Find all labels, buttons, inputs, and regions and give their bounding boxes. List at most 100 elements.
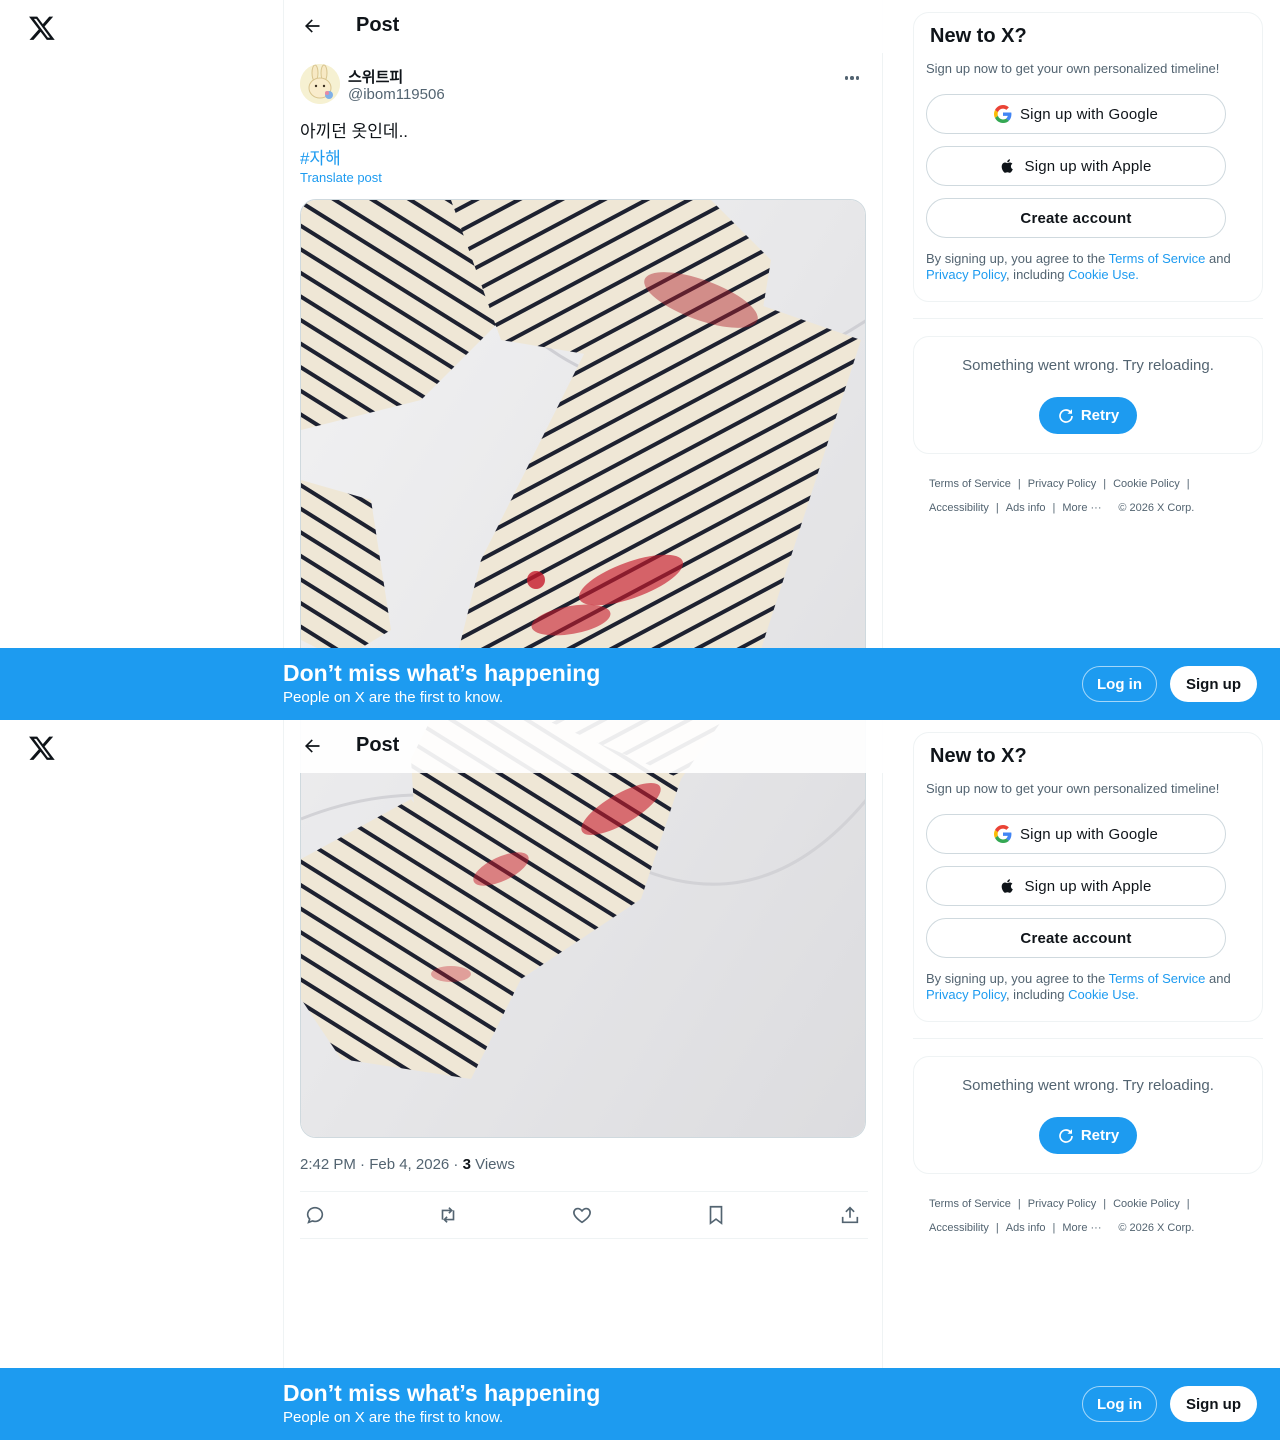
create-account-button[interactable]: Create account (926, 918, 1226, 958)
footer-terms-link[interactable]: Terms of Service (929, 478, 1011, 490)
footer-privacy-link[interactable]: Privacy Policy (1028, 478, 1096, 490)
x-logo-icon[interactable] (28, 734, 56, 762)
post-header: Post (284, 720, 883, 773)
refresh-icon (1059, 1128, 1073, 1143)
legal-prefix: By signing up, you agree to the (926, 971, 1109, 986)
terms-link[interactable]: Terms of Service (1109, 971, 1206, 986)
error-card: Something went wrong. Try reloading. Ret… (913, 1056, 1263, 1174)
bookmark-icon[interactable] (705, 1204, 727, 1226)
signup-google-button[interactable]: Sign up with Google (926, 814, 1226, 854)
footer-cookie-link[interactable]: Cookie Policy (1113, 478, 1180, 490)
signup-card: New to X? Sign up now to get your own pe… (913, 732, 1263, 1022)
signup-title: New to X? (930, 745, 1027, 767)
error-message: Something went wrong. Try reloading. (962, 1077, 1214, 1094)
avatar[interactable] (300, 64, 340, 104)
legal-including: , including (1005, 987, 1069, 1002)
create-account-button[interactable]: Create account (926, 198, 1226, 238)
error-message: Something went wrong. Try reloading. (962, 357, 1214, 374)
hashtag-link[interactable]: #자해 (300, 144, 341, 169)
divider (913, 318, 1263, 319)
post-image[interactable] (300, 720, 866, 1138)
signup-title: New to X? (930, 25, 1027, 47)
signup-button[interactable]: Sign up (1170, 1386, 1257, 1422)
page-title: Post (356, 14, 400, 36)
footer-terms-link[interactable]: Terms of Service (929, 1198, 1011, 1210)
footer-links: Terms of Service | Privacy Policy | Cookie P… (929, 1198, 1195, 1234)
copyright: © 2026 X Corp. (1118, 1222, 1195, 1234)
views-count: 3 (462, 1156, 471, 1173)
repost-icon[interactable] (437, 1204, 459, 1226)
views-label: Views (470, 1156, 515, 1173)
signup-card: New to X? Sign up now to get your own pe… (913, 12, 1263, 302)
copyright: © 2026 X Corp. (1118, 502, 1195, 514)
privacy-link[interactable]: Privacy Policy (926, 267, 1006, 282)
signup-banner: Don’t miss what’s happening People on X … (0, 1368, 1280, 1440)
divider (913, 1038, 1263, 1039)
post-text: 아끼던 옷인데.. (300, 122, 409, 141)
legal-and: and (1205, 251, 1231, 266)
footer-ads-link[interactable]: Ads info (1006, 1222, 1046, 1234)
signup-apple-button[interactable]: Sign up with Apple (926, 866, 1226, 906)
footer-cookie-link[interactable]: Cookie Policy (1113, 1198, 1180, 1210)
error-card: Something went wrong. Try reloading. Ret… (913, 336, 1263, 454)
footer-privacy-link[interactable]: Privacy Policy (1028, 1198, 1096, 1210)
legal-text: By signing up, you agree to the Terms of… (926, 971, 1256, 1003)
refresh-icon (1059, 408, 1073, 423)
back-button[interactable] (300, 14, 324, 38)
footer-accessibility-link[interactable]: Accessibility (929, 1222, 989, 1234)
x-logo-icon[interactable] (28, 14, 56, 42)
legal-prefix: By signing up, you agree to the (926, 251, 1109, 266)
create-account-label: Create account (1020, 929, 1132, 947)
terms-link[interactable]: Terms of Service (1109, 251, 1206, 266)
post-timestamp[interactable]: 2:42 PM · Feb 4, 2026 · (300, 1156, 463, 1173)
cookie-use-link[interactable]: Cookie Use. (1068, 267, 1139, 282)
signup-google-button[interactable]: Sign up with Google (926, 94, 1226, 134)
cookie-use-link[interactable]: Cookie Use. (1068, 987, 1139, 1002)
apple-icon (1002, 879, 1014, 893)
viewport-top: Post 스위트피 @ibom119506 아끼던 옷인데.. #자해 Tran… (0, 0, 1280, 720)
signup-subtitle: Sign up now to get your own personalized… (926, 781, 1220, 796)
like-icon[interactable] (571, 1204, 593, 1226)
google-icon (993, 105, 1012, 123)
signup-banner: Don’t miss what’s happening People on X … (0, 648, 1280, 720)
display-name[interactable]: 스위트피 (348, 66, 403, 87)
primary-column: Post 스위트피 @ibom119506 아끼던 옷인데.. #자해 Tran… (283, 0, 883, 720)
legal-including: , including (1005, 267, 1069, 282)
footer-links: Terms of Service | Privacy Policy | Cookie P… (929, 478, 1195, 514)
legal-text: By signing up, you agree to the Terms of… (926, 251, 1256, 283)
signup-apple-label: Sign up with Apple (1024, 877, 1152, 895)
signup-button[interactable]: Sign up (1170, 666, 1257, 702)
share-icon[interactable] (839, 1204, 861, 1226)
post-actions (300, 1191, 868, 1239)
banner-subtitle: People on X are the first to know. (283, 1409, 504, 1426)
back-arrow-icon (305, 739, 320, 753)
footer-more-link[interactable]: More ··· (1062, 1222, 1101, 1234)
translate-post-link[interactable]: Translate post (300, 170, 382, 185)
create-account-label: Create account (1020, 209, 1132, 227)
post-meta: 2:42 PM · Feb 4, 2026 · 3 Views (300, 1156, 515, 1173)
post-header: Post (284, 0, 883, 53)
footer-ads-link[interactable]: Ads info (1006, 502, 1046, 514)
back-button[interactable] (300, 734, 324, 758)
signup-google-label: Sign up with Google (1019, 825, 1159, 843)
privacy-link[interactable]: Privacy Policy (926, 987, 1006, 1002)
banner-subtitle: People on X are the first to know. (283, 689, 504, 706)
post-author: 스위트피 @ibom119506 (300, 64, 868, 106)
login-button[interactable]: Log in (1082, 1386, 1157, 1422)
signup-google-label: Sign up with Google (1019, 105, 1159, 123)
login-button[interactable]: Log in (1082, 666, 1157, 702)
reply-icon[interactable] (304, 1204, 326, 1226)
back-arrow-icon (305, 19, 320, 33)
post-image[interactable] (300, 199, 866, 720)
user-handle[interactable]: @ibom119506 (348, 86, 445, 103)
signup-apple-button[interactable]: Sign up with Apple (926, 146, 1226, 186)
retry-label: Retry (1080, 1127, 1120, 1144)
retry-button[interactable]: Retry (1039, 397, 1137, 434)
more-icon[interactable] (840, 68, 864, 88)
primary-column: Post 2:42 PM · Feb 4, 2026 · 3 Views (283, 720, 883, 1440)
signup-apple-label: Sign up with Apple (1024, 157, 1152, 175)
footer-more-link[interactable]: More ··· (1062, 502, 1101, 514)
footer-accessibility-link[interactable]: Accessibility (929, 502, 989, 514)
banner-title: Don’t miss what’s happening (283, 660, 601, 686)
retry-button[interactable]: Retry (1039, 1117, 1137, 1154)
